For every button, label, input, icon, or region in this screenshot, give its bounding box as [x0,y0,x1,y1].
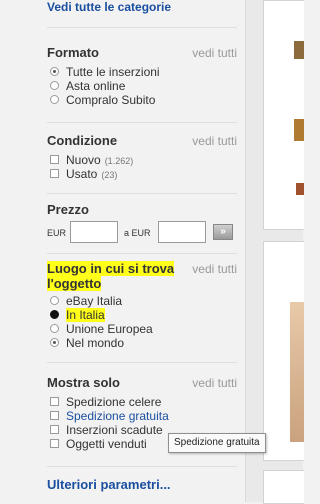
checkbox-icon[interactable] [50,425,59,434]
location-section: Luogo in cui si trova l'oggetto vedi tut… [47,261,237,350]
tooltip: Spedizione gratuita [168,433,266,453]
product-card[interactable] [263,241,304,461]
radio-icon[interactable] [50,95,59,104]
location-option-in-italia[interactable]: In Italia [50,308,237,322]
product-thumbnail [296,183,304,195]
condition-title: Condizione [47,133,118,148]
divider [47,27,237,28]
product-thumbnail [294,119,304,141]
price-min-input[interactable] [70,221,118,243]
format-option-all[interactable]: Tutte le inserzioni [50,65,237,79]
currency-label: a EUR [124,228,151,238]
checkbox-icon[interactable] [50,155,59,164]
checkbox-icon[interactable] [50,411,59,420]
location-option-eu[interactable]: Unione Europea [50,322,237,336]
see-all-categories-link[interactable]: Vedi tutte le categorie [47,0,171,14]
price-max-input[interactable] [158,221,206,243]
divider [47,466,237,467]
product-thumbnail [294,41,304,59]
radio-icon[interactable] [50,324,59,333]
format-see-all-link[interactable]: vedi tutti [192,46,237,60]
radio-icon[interactable] [50,310,59,319]
product-card[interactable] [263,470,304,504]
checkbox-icon[interactable] [50,169,59,178]
location-option-ebay-italia[interactable]: eBay Italia [50,294,237,308]
results-column [246,0,304,504]
show-only-free-shipping[interactable]: Spedizione gratuita [50,409,237,423]
price-range: EUR a EUR » [47,221,237,245]
count-badge: (1.262) [104,156,134,166]
divider [47,193,237,194]
show-only-title: Mostra solo [47,375,120,390]
condition-option-used[interactable]: Usato (23) [50,167,237,181]
condition-section: Condizione vedi tutti Nuovo (1.262) Usato… [47,133,237,181]
format-option-buy-now[interactable]: Compralo Subito [50,93,237,107]
product-thumbnail [290,302,304,442]
show-only-fast-shipping[interactable]: Spedizione celere [50,395,237,409]
checkbox-icon[interactable] [50,439,59,448]
location-see-all-link[interactable]: vedi tutti [192,262,237,276]
price-submit-button[interactable]: » [213,224,233,240]
divider [47,122,237,123]
radio-icon[interactable] [50,81,59,90]
product-card[interactable] [263,0,304,230]
divider [47,253,237,254]
condition-option-new[interactable]: Nuovo (1.262) [50,153,237,167]
price-section: Prezzo [47,202,237,220]
checkbox-icon[interactable] [50,397,59,406]
location-title: Luogo in cui si trova [47,261,175,276]
price-title: Prezzo [47,202,89,217]
more-parameters-link[interactable]: Ulteriori parametri... [47,477,171,492]
format-title: Formato [47,45,99,60]
count-badge: (23) [101,170,118,180]
location-option-world[interactable]: Nel mondo [50,336,237,350]
radio-icon[interactable] [50,67,59,76]
show-only-see-all-link[interactable]: vedi tutti [192,376,237,390]
filter-sidebar: Vedi tutte le categorie Formato vedi tut… [0,0,245,502]
format-option-auction[interactable]: Asta online [50,79,237,93]
radio-icon[interactable] [50,338,59,347]
radio-icon[interactable] [50,296,59,305]
location-title-line2: l'oggetto [47,276,102,291]
condition-see-all-link[interactable]: vedi tutti [192,134,237,148]
currency-label: EUR [47,228,67,238]
format-section: Formato vedi tutti Tutte le inserzioni A… [47,45,237,107]
divider [47,362,237,363]
